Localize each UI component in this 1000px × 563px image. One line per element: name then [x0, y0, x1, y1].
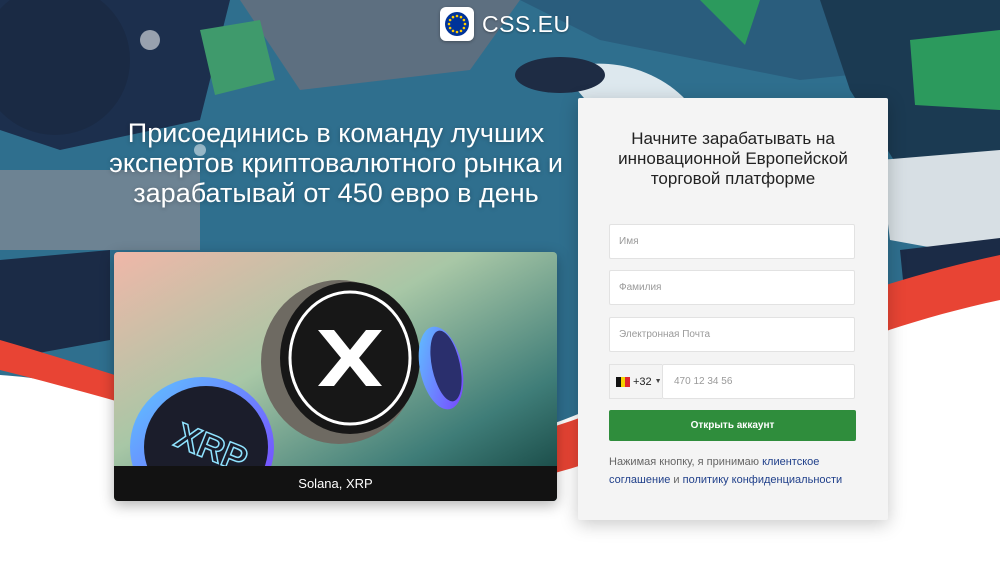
- hero-image: XRP Solana, XRP: [114, 252, 557, 501]
- crypto-coins-illustration: XRP: [114, 252, 557, 501]
- consent-text: Нажимая кнопку, я принимаю клиентское со…: [609, 453, 861, 489]
- eu-flag-icon: [440, 7, 474, 41]
- phone-field[interactable]: [662, 364, 855, 399]
- brand-logo[interactable]: CSS.EU: [440, 6, 571, 42]
- country-code-select[interactable]: +32 ▼: [609, 364, 662, 399]
- first-name-field[interactable]: [609, 224, 855, 259]
- consent-conjunction: и: [673, 474, 680, 486]
- consent-prefix: Нажимая кнопку, я принимаю: [609, 456, 760, 468]
- privacy-link[interactable]: политику конфиденциальности: [683, 474, 843, 486]
- hero-headline: Присоединись в команду лучших экспертов …: [109, 118, 563, 208]
- last-name-field[interactable]: [609, 270, 855, 305]
- form-title: Начните зарабатывать на инновационной Ев…: [618, 129, 848, 188]
- email-field[interactable]: [609, 317, 855, 352]
- open-account-button[interactable]: Открыть аккаунт: [609, 410, 856, 441]
- brand-name: CSS.EU: [482, 10, 571, 37]
- belgium-flag-icon: [616, 376, 631, 387]
- signup-form: Начните зарабатывать на инновационной Ев…: [578, 98, 888, 520]
- phone-row: +32 ▼: [609, 364, 855, 399]
- caret-down-icon: ▼: [654, 378, 662, 385]
- country-code: +32: [633, 375, 652, 388]
- image-caption: Solana, XRP: [114, 466, 557, 501]
